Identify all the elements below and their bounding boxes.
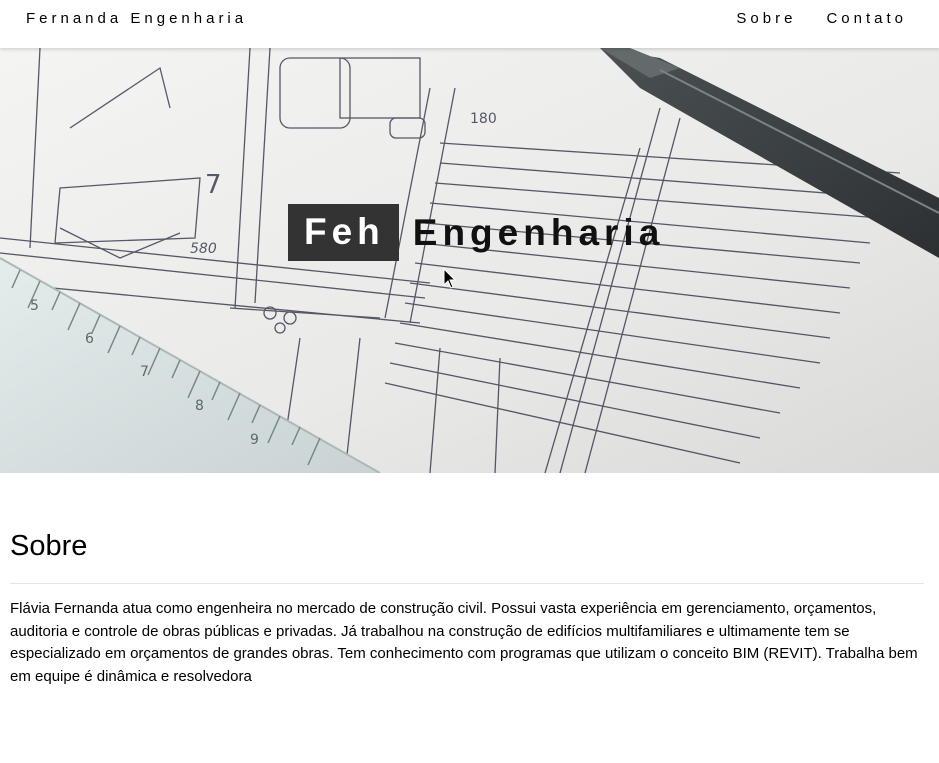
svg-text:180: 180 — [470, 111, 497, 127]
hero-banner: 7 580 180 5 6 7 8 9 Feh Engenharia — [0, 48, 939, 473]
about-heading: Sobre — [10, 530, 924, 584]
svg-text:8: 8 — [195, 398, 204, 414]
brand-link[interactable]: Fernanda Engenharia — [26, 10, 247, 27]
hero-title-highlight: Feh — [288, 204, 399, 261]
svg-text:5: 5 — [30, 298, 39, 314]
svg-text:6: 6 — [85, 331, 94, 347]
svg-text:580: 580 — [190, 241, 217, 257]
svg-text:7: 7 — [205, 170, 222, 200]
main-nav: Sobre Contato — [736, 10, 907, 27]
about-section: Sobre Flávia Fernanda atua como engenhei… — [10, 530, 924, 688]
mouse-pointer-icon — [443, 268, 457, 289]
hero-title-rest: Engenharia — [412, 211, 665, 253]
nav-link-sobre[interactable]: Sobre — [736, 10, 796, 27]
top-navbar: Fernanda Engenharia Sobre Contato — [0, 0, 939, 48]
svg-text:7: 7 — [140, 364, 149, 380]
hero-title: Feh Engenharia — [288, 204, 664, 261]
svg-text:9: 9 — [250, 432, 259, 448]
nav-link-contato[interactable]: Contato — [826, 10, 907, 27]
about-text: Flávia Fernanda atua como engenheira no … — [10, 600, 918, 685]
